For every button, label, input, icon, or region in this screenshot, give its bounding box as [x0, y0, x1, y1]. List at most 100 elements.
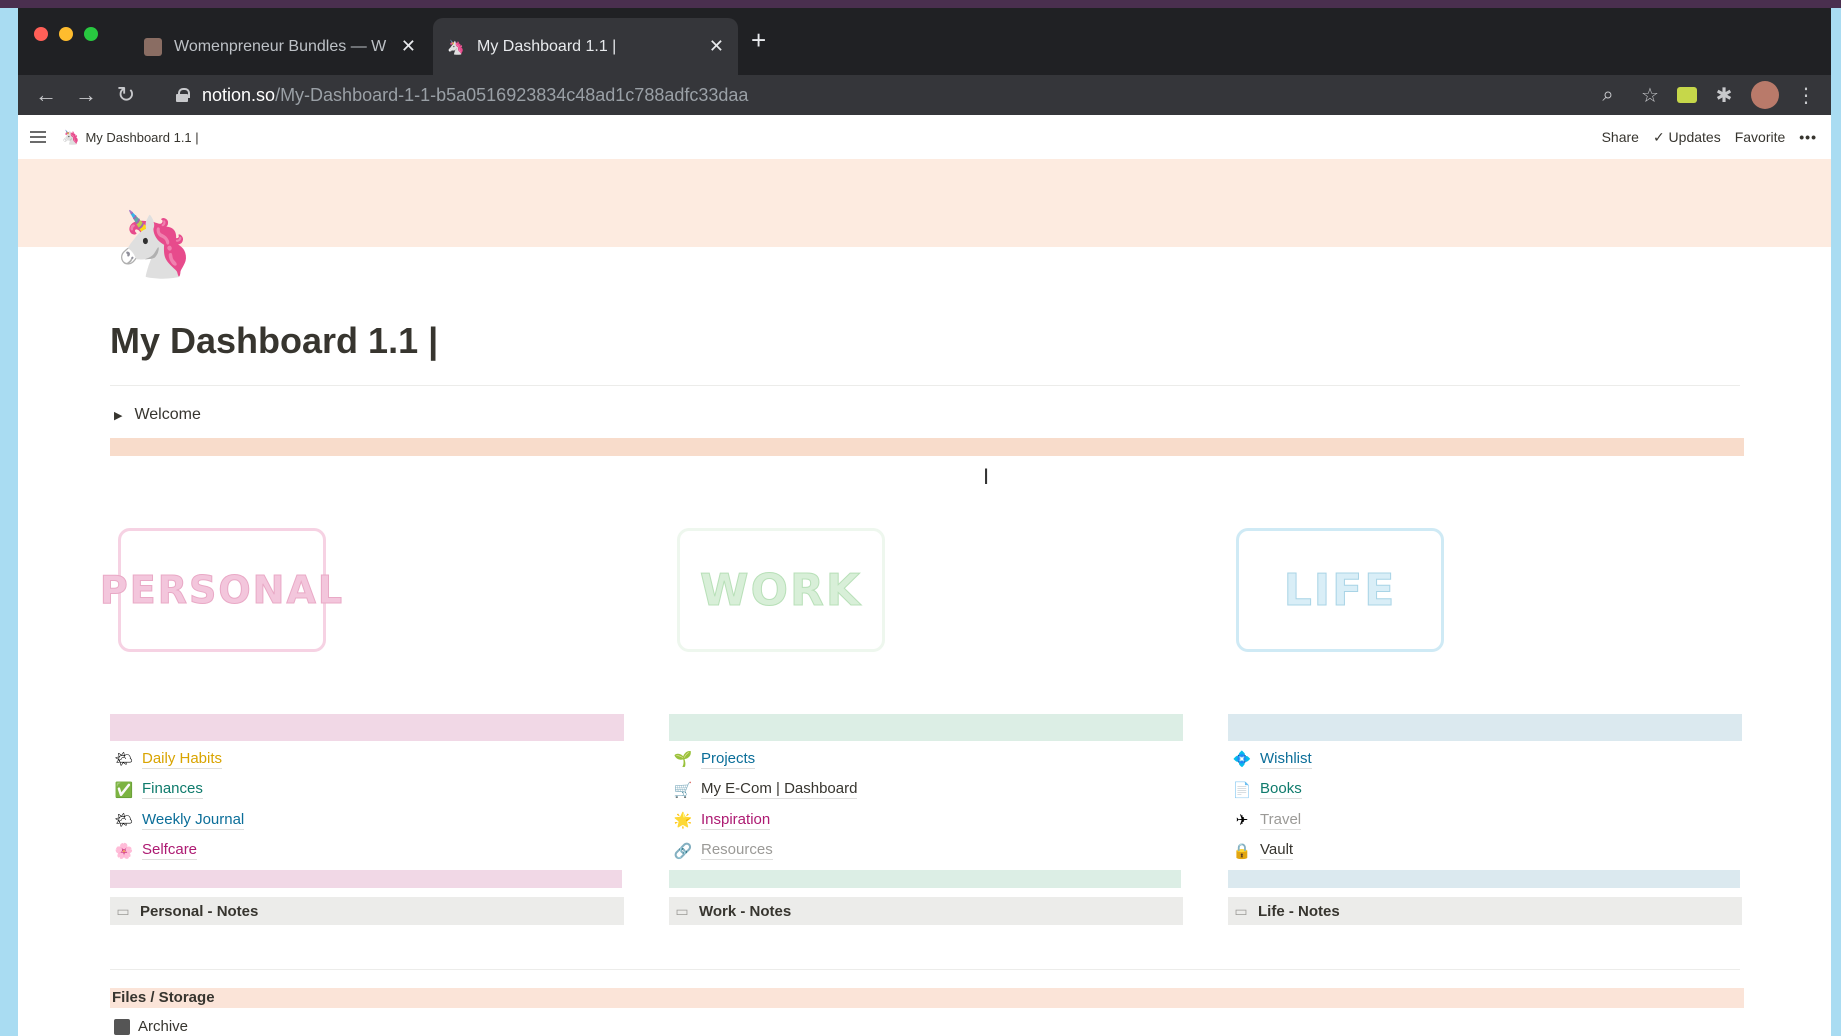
divider	[110, 385, 1740, 386]
forward-arrow-icon[interactable]: →	[66, 82, 106, 108]
archive-link[interactable]: Archive	[114, 1018, 188, 1035]
personal-separator	[110, 870, 622, 888]
lock-icon: 🔒	[1232, 842, 1252, 860]
life-notes-link[interactable]: ▭ Life - Notes	[1228, 897, 1742, 925]
link-wishlist[interactable]: 💠 Wishlist	[1232, 744, 1312, 775]
archive-label: Archive	[138, 1018, 189, 1035]
personal-header-image: PERSONAL	[99, 528, 343, 652]
browser-toolbar-right: ⌕ ☆ ✱ ⋮	[1593, 81, 1821, 109]
link-label: Selfcare	[142, 841, 198, 861]
triangle-right-icon[interactable]: ▶	[114, 409, 122, 422]
topbar-actions: Share ✓ Updates Favorite •••	[1602, 129, 1817, 146]
document-icon: ▭	[1234, 902, 1248, 919]
link-label: Finances	[142, 780, 203, 800]
link-weekly-journal[interactable]: 🌤 Weekly Journal	[114, 805, 245, 836]
address-bar: ← → ↻ notion.so/My-Dashboard-1-1-b5a0516…	[18, 75, 1831, 115]
close-window-button[interactable]	[34, 27, 48, 41]
personal-notes-link[interactable]: ▭ Personal - Notes	[110, 897, 624, 925]
cart-icon: 🛒	[673, 781, 693, 799]
work-header-image: WORK	[677, 528, 885, 652]
link-label: Wishlist	[1260, 749, 1312, 769]
unicorn-page-icon[interactable]: 🦄	[114, 208, 194, 280]
zoom-icon[interactable]: ⌕	[1593, 84, 1623, 107]
link-label: Weekly Journal	[142, 810, 245, 830]
url-input[interactable]: notion.so/My-Dashboard-1-1-b5a0516923834…	[176, 79, 1576, 111]
back-arrow-icon[interactable]: ←	[26, 82, 66, 108]
tab-womenpreneur[interactable]: Womenpreneur Bundles — W ✕	[130, 18, 430, 75]
page-title[interactable]: My Dashboard 1.1 |	[110, 320, 438, 362]
toggle-label: Welcome	[134, 406, 201, 423]
favicon-icon	[144, 37, 162, 56]
tab-title: Womenpreneur Bundles — W	[174, 37, 387, 55]
link-label: Resources	[701, 841, 773, 861]
personal-column-bar	[110, 714, 624, 741]
archive-icon	[114, 1018, 130, 1035]
tab-title: My Dashboard 1.1 |	[477, 37, 617, 55]
airplane-icon: ✈	[1235, 812, 1249, 830]
close-icon[interactable]: ✕	[709, 36, 724, 57]
life-column-bar	[1228, 714, 1742, 741]
star-icon: 🌟	[673, 812, 693, 830]
notes-label: Personal - Notes	[140, 902, 259, 920]
sun-cloud-icon: 🌤	[114, 751, 134, 769]
star-icon[interactable]: ☆	[1635, 83, 1665, 108]
notes-label: Work - Notes	[699, 902, 792, 920]
share-button[interactable]: Share	[1602, 129, 1639, 146]
page-icon: 📄	[1232, 781, 1252, 799]
maximize-window-button[interactable]	[84, 27, 98, 41]
notes-label: Life - Notes	[1258, 902, 1340, 920]
link-ecom-dashboard[interactable]: 🛒 My E-Com | Dashboard	[673, 775, 858, 806]
divider	[110, 969, 1740, 970]
avatar[interactable]	[1751, 81, 1779, 109]
link-selfcare[interactable]: 🌸 Selfcare	[114, 836, 244, 867]
reload-icon[interactable]: ↻	[106, 82, 146, 108]
link-label: Inspiration	[701, 810, 771, 830]
document-icon: ▭	[116, 902, 130, 919]
link-finances[interactable]: ✅ Finances	[114, 775, 244, 806]
new-tab-button[interactable]: +	[751, 27, 766, 53]
link-vault[interactable]: 🔒 Vault	[1232, 836, 1312, 867]
diamond-icon: 💠	[1232, 751, 1252, 769]
work-column-bar	[669, 714, 1183, 741]
updates-button[interactable]: ✓ Updates	[1653, 129, 1721, 146]
extension-icon[interactable]	[1677, 87, 1697, 103]
work-notes-link[interactable]: ▭ Work - Notes	[669, 897, 1183, 925]
seedling-icon: 🌱	[673, 751, 693, 769]
puzzle-icon[interactable]: ✱	[1709, 83, 1739, 108]
link-label: Books	[1260, 780, 1302, 800]
hamburger-menu-icon[interactable]	[30, 131, 46, 143]
document-icon: ▭	[675, 902, 689, 919]
breadcrumb[interactable]: 🦄 My Dashboard 1.1 |	[62, 129, 199, 146]
notion-topbar: 🦄 My Dashboard 1.1 | Share ✓ Updates Fav…	[18, 115, 1831, 159]
work-separator	[669, 870, 1181, 888]
minimize-window-button[interactable]	[59, 27, 73, 41]
link-daily-habits[interactable]: 🌤 Daily Habits	[114, 744, 244, 775]
link-label: Vault	[1260, 841, 1294, 861]
unicorn-icon: 🦄	[62, 128, 80, 145]
link-label: Projects	[701, 749, 756, 769]
welcome-toggle[interactable]: ▶ Welcome	[114, 406, 201, 424]
link-label: Travel	[1260, 810, 1302, 830]
favorite-button[interactable]: Favorite	[1735, 129, 1786, 146]
unicorn-favicon-icon: 🦄	[447, 38, 465, 55]
link-books[interactable]: 📄 Books	[1232, 775, 1312, 806]
os-top-strip	[0, 0, 1841, 8]
close-icon[interactable]: ✕	[401, 36, 416, 57]
link-resources[interactable]: 🔗 Resources	[673, 836, 857, 867]
sun-cloud-icon: 🌤	[114, 812, 134, 830]
tab-my-dashboard[interactable]: 🦄 My Dashboard 1.1 | ✕	[433, 18, 738, 75]
tab-bar: Womenpreneur Bundles — W ✕ 🦄 My Dashboar…	[18, 8, 1831, 75]
life-header-image: LIFE	[1236, 528, 1444, 652]
link-travel[interactable]: ✈ Travel	[1232, 805, 1312, 836]
link-label: My E-Com | Dashboard	[701, 780, 858, 800]
text-cursor-icon: I	[983, 464, 990, 489]
kebab-menu-icon[interactable]: ⋮	[1791, 83, 1821, 108]
page-cover[interactable]	[18, 159, 1831, 247]
url-host: notion.so	[202, 84, 276, 105]
life-separator	[1228, 870, 1740, 888]
more-options-icon[interactable]: •••	[1799, 129, 1817, 146]
link-projects[interactable]: 🌱 Projects	[673, 744, 857, 775]
link-inspiration[interactable]: 🌟 Inspiration	[673, 805, 857, 836]
link-label: Daily Habits	[142, 749, 223, 769]
banner-bar	[110, 438, 1744, 456]
